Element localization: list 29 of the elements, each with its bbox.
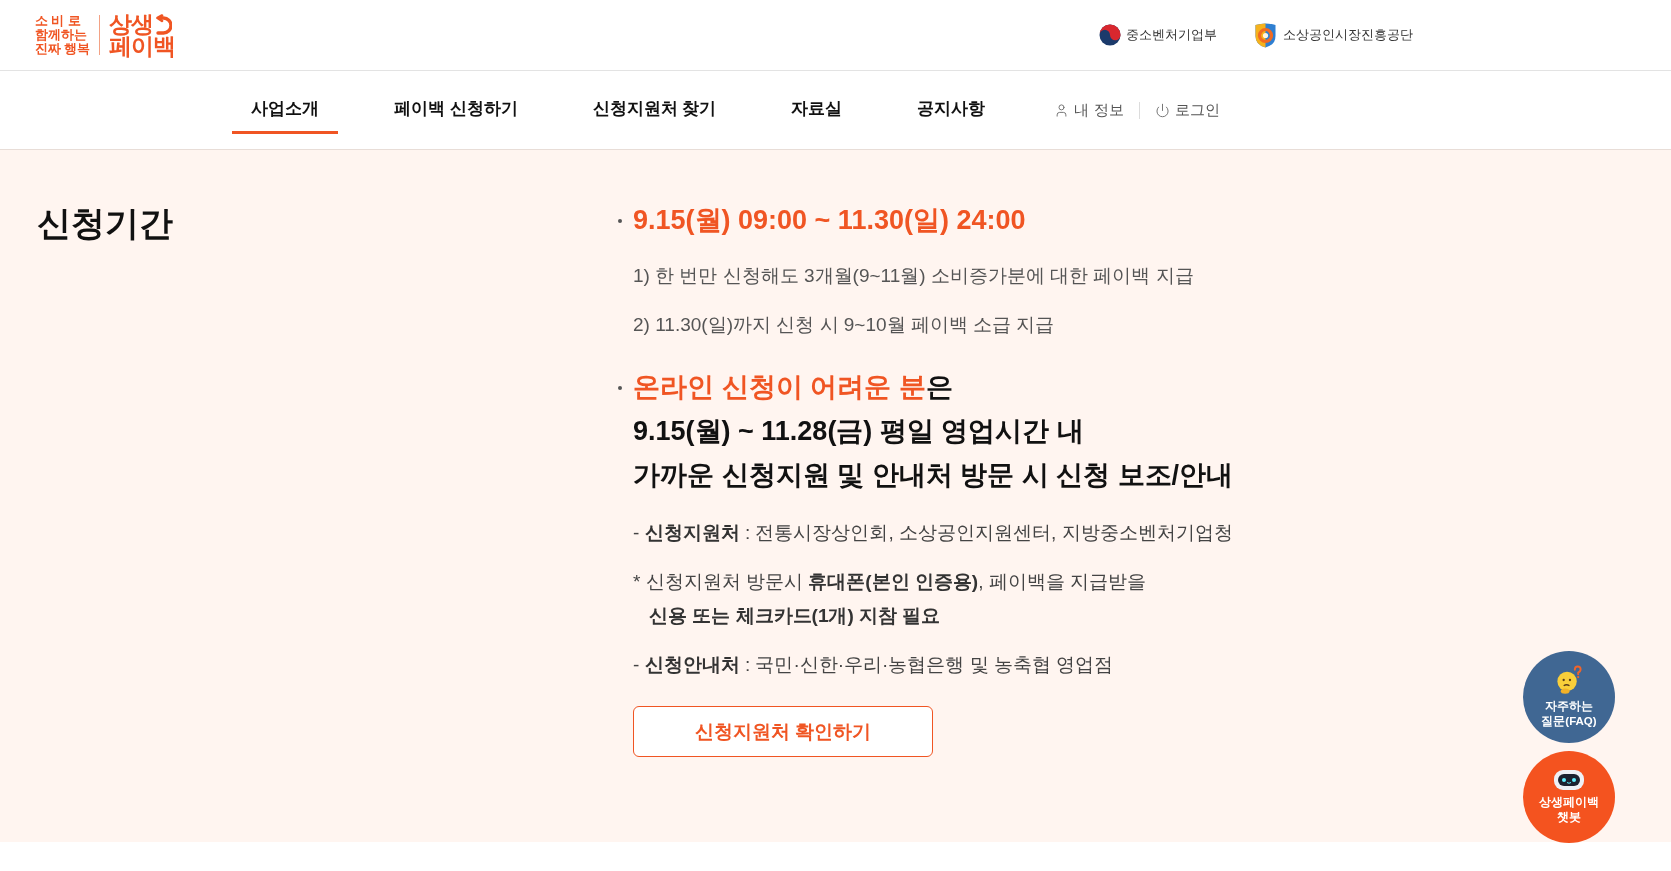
circle-emblem-icon xyxy=(1099,24,1121,46)
partner-name: 소상공인시장진흥공단 xyxy=(1283,26,1413,44)
power-icon xyxy=(1154,102,1170,118)
info-text: * 신청지원처 방문시 휴대폰(본인 인증용), 페이백을 지급받을 신용 또는 체크카드(1개) 지참 필요 xyxy=(633,570,1147,628)
my-info-link[interactable]: 내 정보 xyxy=(1054,100,1124,120)
nav-tab[interactable]: 신청지원처 찾기 xyxy=(573,71,736,134)
login-link[interactable]: 로그인 xyxy=(1154,100,1220,120)
info-text: - 신청안내처 : 국민·신한·우리·농협은행 및 농축협 영업점 xyxy=(633,653,1115,677)
nav-tab[interactable]: 공지사항 xyxy=(898,71,1005,134)
confused-emoji-icon xyxy=(1554,665,1584,695)
period-heading: 9.15(월) 09:00 ~ 11.30(일) 24:00 xyxy=(633,204,1026,237)
section-title: 신청기간 xyxy=(37,203,173,244)
bullet-icon xyxy=(618,219,622,223)
info-text: 1) 한 번만 신청해도 3개월(9~11월) 소비증가분에 대한 페이백 지급 xyxy=(633,264,1194,288)
logo-slogan: 소 비 로 함께하는 진짜 행복 xyxy=(35,14,91,56)
shield-emblem-icon xyxy=(1253,22,1278,48)
info-text: - 신청지원처 : 전통시장상인회, 소상공인지원센터, 지방중소벤처기업청 xyxy=(633,521,1233,545)
info-text: 2) 11.30(일)까지 신청 시 9~10월 페이백 소급 지급 xyxy=(633,313,1056,337)
nav-tab[interactable]: 사업소개 xyxy=(232,71,338,134)
logo-wordmark: 상생 xyxy=(109,13,154,35)
nav-tab[interactable]: 자료실 xyxy=(772,71,862,134)
nav-tab[interactable]: 페이백 신청하기 xyxy=(375,71,537,134)
bullet-icon xyxy=(618,386,622,390)
robot-icon xyxy=(1553,769,1585,791)
user-icon xyxy=(1054,102,1070,118)
logo-wordmark: 페이백 xyxy=(109,35,176,57)
partner-name: 중소벤처기업부 xyxy=(1126,26,1217,44)
curved-arrow-icon xyxy=(154,13,173,35)
period-heading: 온라인 신청이 어려운 분은 9.15(월) ~ 11.28(금) 평일 영업시간 내 가까운 신청지원 및 안내처 방문 시 신청 보조/안내 xyxy=(633,371,1233,492)
